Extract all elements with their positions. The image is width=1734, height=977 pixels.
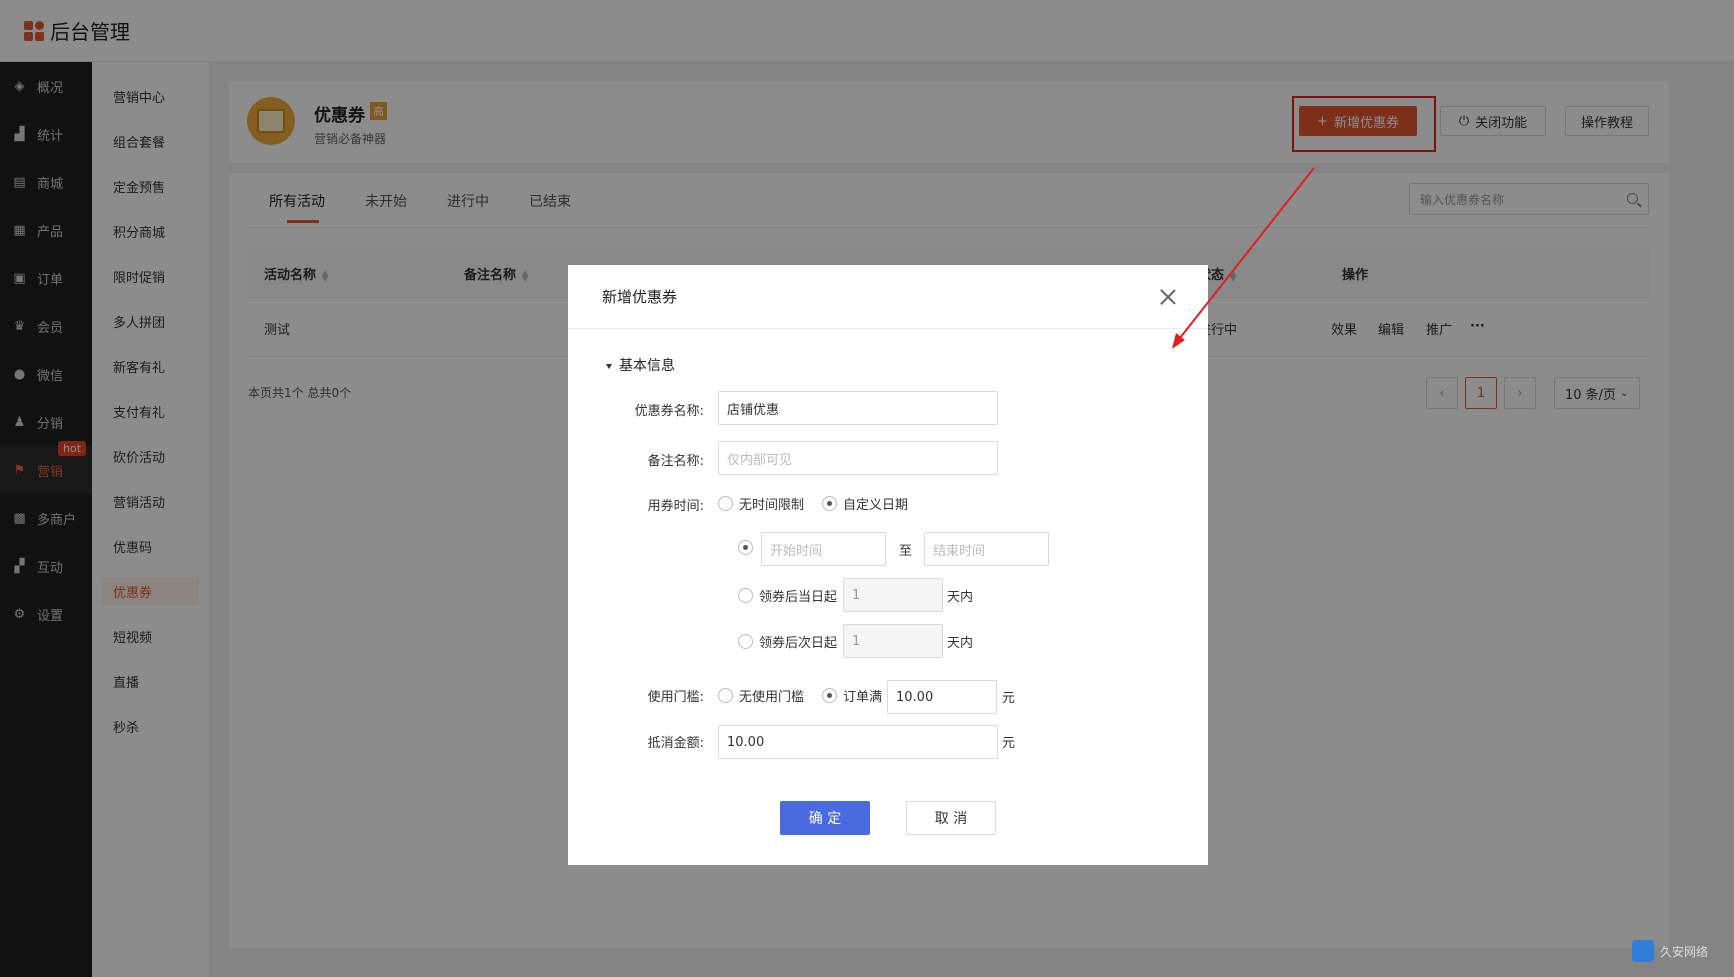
days-within-label: 天内	[947, 636, 974, 651]
radio-no-threshold[interactable]: 无使用门槛	[718, 686, 804, 705]
radio-custom-date[interactable]: 自定义日期	[822, 494, 908, 513]
section-basic-info[interactable]: 基本信息	[606, 355, 675, 375]
dialog-title: 新增优惠券	[602, 288, 678, 306]
remark-label: 备注名称:	[647, 454, 704, 469]
radio-no-time-limit[interactable]: 无时间限制	[718, 494, 804, 513]
radio-date-range[interactable]	[738, 540, 759, 555]
threshold-label: 使用门槛:	[647, 690, 704, 705]
coupon-name-input[interactable]: 店铺优惠	[718, 391, 998, 425]
threshold-amount-input[interactable]: 10.00	[887, 680, 997, 714]
yuan-label: 元	[1002, 736, 1016, 751]
days-within-label: 天内	[947, 590, 974, 605]
radio-same-day[interactable]: 领券后当日起	[738, 586, 837, 605]
confirm-button[interactable]: 确 定	[780, 801, 870, 835]
watermark-logo-icon	[1632, 940, 1654, 962]
close-icon[interactable]	[1160, 289, 1176, 305]
end-time-input[interactable]: 结束时间	[924, 532, 1049, 566]
remark-input[interactable]: 仅内部可见	[718, 441, 998, 475]
radio-next-day[interactable]: 领券后次日起	[738, 632, 837, 651]
use-time-label: 用券时间:	[647, 499, 704, 514]
caret-down-icon	[606, 363, 612, 369]
to-label: 至	[899, 544, 913, 559]
same-day-days-input[interactable]: 1	[843, 578, 943, 612]
yuan-label: 元	[1002, 691, 1016, 706]
deduct-amount-label: 抵消金额:	[647, 736, 704, 751]
add-coupon-dialog: 新增优惠券 基本信息 优惠券名称: 店铺优惠 备注名称: 仅内部可见 用券时间:…	[568, 265, 1208, 865]
next-day-days-input[interactable]: 1	[843, 624, 943, 658]
start-time-input[interactable]: 开始时间	[761, 532, 886, 566]
deduct-amount-input[interactable]: 10.00	[718, 725, 998, 759]
cancel-button[interactable]: 取 消	[906, 801, 996, 835]
watermark: 久安网络	[1632, 940, 1708, 962]
coupon-name-label: 优惠券名称:	[634, 404, 704, 419]
dialog-header: 新增优惠券	[568, 265, 1208, 329]
radio-order-min[interactable]: 订单满	[822, 686, 882, 705]
